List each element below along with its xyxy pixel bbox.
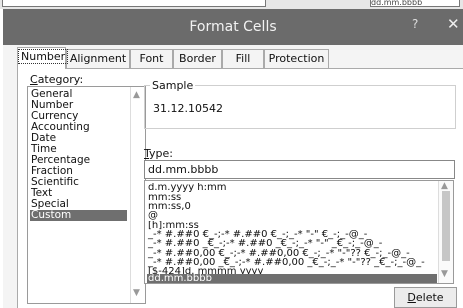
scroll-up-icon[interactable]: ▲	[133, 90, 140, 100]
scrollbar-thumb[interactable]	[442, 191, 450, 261]
category-list[interactable]: General Number Currency Accounting Date …	[27, 86, 146, 304]
close-icon[interactable]: ✕	[447, 15, 460, 33]
category-scrollbar[interactable]: ▲ ▼	[130, 87, 145, 303]
tab-fill[interactable]: Fill	[222, 49, 264, 68]
format-cells-dialog: Number Alignment Font Border Fill Protec…	[3, 45, 463, 308]
background-sheet: dd.mm.bbbb	[0, 0, 463, 9]
tab-alignment[interactable]: Alignment	[66, 49, 130, 68]
category-label: Category:	[30, 73, 84, 86]
number-tab-panel: Category: General Number Currency Accoun…	[17, 69, 463, 308]
background-cell-value: dd.mm.bbbb	[370, 0, 460, 7]
tab-border[interactable]: Border	[173, 49, 222, 68]
scroll-up-icon[interactable]: ▲	[441, 181, 448, 191]
tab-font[interactable]: Font	[130, 49, 173, 68]
sample-group: Sample 31.12.10542	[144, 79, 456, 129]
format-list-scrollbar[interactable]: ▲ ▼	[438, 181, 453, 283]
tab-number[interactable]: Number	[17, 47, 69, 69]
tab-protection[interactable]: Protection	[264, 49, 329, 68]
dialog-title-bar: Format Cells ? ✕	[3, 9, 463, 45]
scroll-down-icon[interactable]: ▼	[133, 288, 140, 298]
format-item[interactable]: d.m.yyyy h:mm	[147, 183, 437, 193]
format-code-list[interactable]: d.m.yyyy h:mm mm:ss mm:ss,0 @ [h]:mm:ss …	[144, 180, 454, 284]
dialog-title: Format Cells	[189, 19, 277, 35]
format-item[interactable]: @	[147, 211, 437, 221]
category-item-custom[interactable]: Custom	[30, 210, 127, 221]
background-cell	[2, 0, 266, 7]
scroll-down-icon[interactable]: ▼	[441, 269, 448, 279]
help-icon[interactable]: ?	[412, 17, 418, 31]
type-label: Type:	[144, 147, 173, 160]
format-item[interactable]: _-* #.##0 _€_-;-* #.##0 _€_-;_-* "-" _€_…	[147, 239, 437, 249]
sample-value: 31.12.10542	[153, 102, 223, 115]
sample-label: Sample	[150, 79, 196, 92]
delete-button[interactable]: Delete	[394, 287, 457, 308]
format-item-selected[interactable]: dd.mm.bbbb	[147, 274, 437, 283]
type-input[interactable]: dd.mm.bbbb	[144, 160, 455, 179]
